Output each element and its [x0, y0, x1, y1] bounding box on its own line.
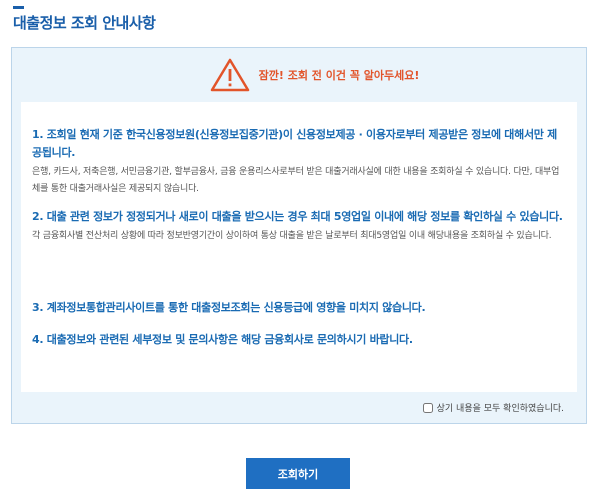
notice-box: 잠깐! 조회 전 이건 꼭 알아두세요! 1. 조회일 현재 기준 한국신용정보…	[11, 47, 587, 424]
warning-message: 잠깐! 조회 전 이건 꼭 알아두세요!	[258, 68, 420, 82]
notice-item-1: 1. 조회일 현재 기준 한국신용정보원(신용정보집중기관)이 신용정보제공 ·…	[32, 126, 566, 198]
notice-header: 잠깐! 조회 전 이건 꼭 알아두세요!	[12, 48, 586, 101]
confirm-label: 상기 내용을 모두 확인하였습니다.	[436, 404, 564, 414]
notice-item-heading: 3. 계좌정보통합관리사이트를 통한 대출정보조회는 신용등급에 영향을 미치지…	[32, 301, 426, 314]
notice-item-3: 3. 계좌정보통합관리사이트를 통한 대출정보조회는 신용등급에 영향을 미치지…	[32, 299, 566, 317]
notice-item-heading: 1. 조회일 현재 기준 한국신용정보원(신용정보집중기관)이 신용정보제공 ·…	[32, 128, 557, 159]
notice-item-description: 각 금융회사별 전산처리 상황에 따라 정보반영기간이 상이하여 통상 대출을 …	[32, 231, 552, 241]
confirm-checkbox-row[interactable]: 상기 내용을 모두 확인하였습니다.	[422, 401, 564, 414]
notice-item-heading: 2. 대출 관련 정보가 정정되거나 새로이 대출을 받으시는 경우 최대 5영…	[32, 210, 563, 223]
page-title: 대출정보 조회 안내사항	[13, 14, 156, 32]
notice-item-heading: 4. 대출정보와 관련된 세부정보 및 문의사항은 해당 금융회사로 문의하시기…	[32, 333, 413, 346]
notice-item-2: 2. 대출 관련 정보가 정정되거나 새로이 대출을 받으시는 경우 최대 5영…	[32, 208, 566, 245]
confirm-checkbox[interactable]	[422, 402, 433, 413]
submit-button[interactable]: 조회하기	[246, 458, 350, 489]
notice-item-description: 은행, 카드사, 저축은행, 서민금융기관, 할부금융사, 금융 운용리스사로부…	[32, 167, 560, 194]
notice-body: 1. 조회일 현재 기준 한국신용정보원(신용정보집중기관)이 신용정보제공 ·…	[21, 102, 577, 392]
notice-item-4: 4. 대출정보와 관련된 세부정보 및 문의사항은 해당 금융회사로 문의하시기…	[32, 331, 566, 349]
title-accent-bar	[13, 6, 24, 9]
warning-triangle-icon	[209, 57, 251, 93]
